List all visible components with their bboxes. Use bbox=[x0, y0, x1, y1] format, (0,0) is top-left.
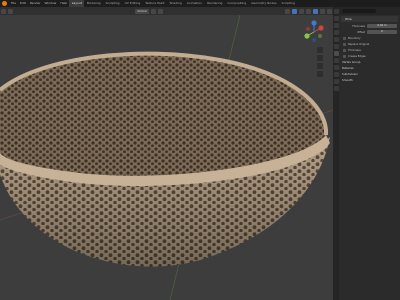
viewport-header: Global bbox=[0, 7, 333, 15]
particles-tab-icon[interactable] bbox=[333, 58, 339, 63]
menu-file[interactable]: File bbox=[9, 0, 18, 7]
data-tab-icon[interactable] bbox=[333, 79, 339, 84]
proportional-edit-icon[interactable] bbox=[157, 8, 163, 14]
world-tab-icon[interactable] bbox=[333, 37, 339, 42]
zoom-icon[interactable] bbox=[317, 47, 323, 53]
section-smooth[interactable]: Smooth bbox=[339, 77, 400, 83]
tab-layout[interactable]: Layout bbox=[69, 0, 85, 7]
overlays-icon[interactable] bbox=[292, 8, 298, 14]
navigation-gizmo[interactable] bbox=[301, 19, 327, 45]
render-tab-icon[interactable] bbox=[333, 16, 339, 21]
constraints-tab-icon[interactable] bbox=[333, 72, 339, 77]
prop-checkbox[interactable] bbox=[343, 54, 346, 58]
rendered-shading-icon[interactable] bbox=[327, 8, 333, 14]
tab-scripting[interactable]: Scripting bbox=[279, 0, 297, 7]
material-shading-icon[interactable] bbox=[320, 8, 326, 14]
blender-window: File Edit Render Window Help Layout Mode… bbox=[0, 0, 400, 300]
camera-icon[interactable] bbox=[317, 63, 323, 69]
output-tab-icon[interactable] bbox=[333, 23, 339, 28]
wireframe-shading-icon[interactable] bbox=[306, 8, 312, 14]
physics-tab-icon[interactable] bbox=[333, 65, 339, 70]
properties-search-bar bbox=[339, 7, 400, 15]
blender-logo-icon[interactable] bbox=[2, 1, 7, 6]
viewport-nav-buttons bbox=[317, 47, 323, 79]
transform-orientation-dropdown[interactable]: Global bbox=[135, 8, 149, 14]
tab-sculpting[interactable]: Sculpting bbox=[103, 0, 122, 7]
tab-rendering[interactable]: Rendering bbox=[205, 0, 225, 7]
prop-field[interactable]: 0 bbox=[367, 30, 397, 34]
viewport-scene bbox=[0, 15, 333, 300]
menu-edit[interactable]: Edit bbox=[18, 0, 28, 7]
3d-viewport[interactable] bbox=[0, 15, 333, 300]
prop-checkbox[interactable] bbox=[343, 42, 346, 46]
xray-icon[interactable] bbox=[299, 8, 305, 14]
menu-render[interactable]: Render bbox=[28, 0, 43, 7]
prop-check-label: Crease Edges bbox=[348, 54, 366, 58]
tab-animation[interactable]: Animation bbox=[184, 0, 204, 7]
prop-field[interactable]: 0.02 m bbox=[367, 24, 397, 28]
tab-modeling[interactable]: Modeling bbox=[84, 0, 103, 7]
menu-help[interactable]: Help bbox=[58, 0, 69, 7]
prop-checkbox[interactable] bbox=[343, 48, 346, 52]
object-tab-icon[interactable] bbox=[333, 44, 339, 49]
snap-icon[interactable] bbox=[150, 8, 156, 14]
menu-window[interactable]: Window bbox=[43, 0, 59, 7]
scene-tab-icon[interactable] bbox=[333, 30, 339, 35]
prop-check-label: Thickness bbox=[348, 48, 361, 52]
tool-tab-icon[interactable] bbox=[333, 9, 339, 14]
prop-check-label: Boundary bbox=[348, 36, 361, 40]
visibility-icon[interactable] bbox=[285, 8, 291, 14]
pan-hand-icon[interactable] bbox=[317, 55, 323, 61]
material-tab-icon[interactable] bbox=[333, 86, 339, 91]
properties-search-input[interactable] bbox=[342, 9, 376, 13]
tab-uv-editing[interactable]: UV Editing bbox=[122, 0, 143, 7]
modifier-header[interactable]: Wire bbox=[341, 16, 398, 22]
grid-icon[interactable] bbox=[317, 71, 323, 77]
prop-label: Offset bbox=[357, 30, 365, 34]
top-menu-bar: File Edit Render Window Help Layout Mode… bbox=[0, 0, 400, 7]
modifier-tab-icon[interactable] bbox=[333, 51, 339, 56]
properties-panel: Wire Thickness 0.02 m Offset 0 Boundary … bbox=[339, 7, 400, 300]
tab-shading[interactable]: Shading bbox=[167, 0, 184, 7]
tab-compositing[interactable]: Compositing bbox=[225, 0, 249, 7]
mode-select-icon[interactable] bbox=[8, 8, 13, 14]
prop-check-label: Replace Original bbox=[348, 42, 370, 46]
prop-checkbox[interactable] bbox=[343, 36, 346, 40]
tab-texture-paint[interactable]: Texture Paint bbox=[143, 0, 167, 7]
solid-shading-icon[interactable] bbox=[313, 8, 319, 14]
bowl-inner-surface bbox=[0, 53, 327, 176]
prop-label: Thickness bbox=[352, 24, 365, 28]
editor-type-icon[interactable] bbox=[1, 8, 6, 14]
tab-geometry-nodes[interactable]: Geometry Nodes bbox=[249, 0, 279, 7]
